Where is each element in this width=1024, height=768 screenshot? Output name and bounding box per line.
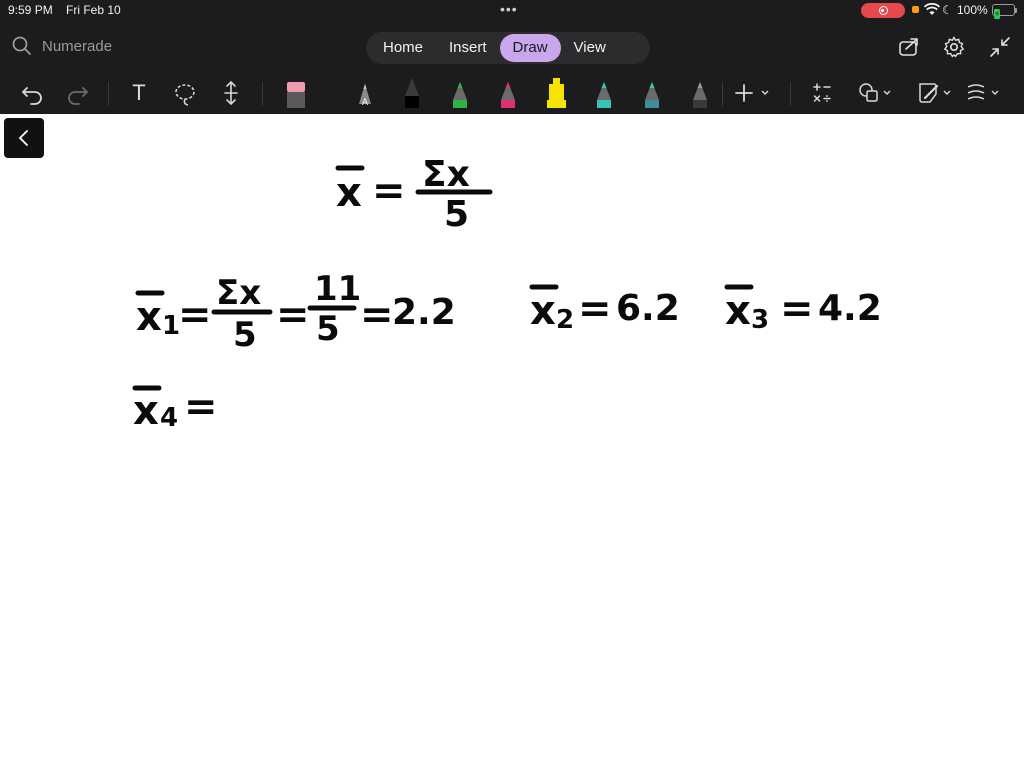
svg-text:x: x (336, 170, 362, 216)
ink-text: 5 (444, 194, 469, 235)
ink-text: 3 (751, 305, 769, 335)
multitasking-dots-icon[interactable]: ••• (500, 1, 518, 17)
app-chrome: 9:59 PM Fri Feb 10 ••• ☾ 100% ⚡ Numerade… (0, 0, 1024, 114)
add-icon[interactable] (734, 78, 774, 108)
pen-letter: A (362, 97, 368, 107)
status-date: Fri Feb 10 (66, 3, 121, 17)
mean-x1-line: x 1 = Σx 5 = 11 5 = 2.2 (135, 269, 456, 355)
lasso-icon[interactable] (171, 78, 199, 108)
search-icon (12, 36, 31, 55)
svg-text:x: x (725, 288, 751, 334)
svg-text:x: x (136, 294, 162, 340)
battery-icon: ⚡ (992, 4, 1017, 19)
eraser-icon[interactable] (282, 78, 310, 108)
toolbar-divider (790, 82, 791, 106)
ink-text: 5 (316, 309, 340, 349)
ink-text: 2 (556, 305, 574, 335)
do-not-disturb-icon: ☾ (942, 3, 953, 17)
toolbar-divider (108, 82, 109, 106)
ink-text: = (178, 292, 212, 338)
tab-insert[interactable]: Insert (436, 34, 500, 62)
ink-text: 4 (160, 403, 178, 433)
toolbar-divider (722, 82, 723, 106)
ink-text: = (276, 292, 310, 338)
mean-x4-line: x 4 = (132, 384, 218, 434)
microphone-indicator-icon (912, 6, 919, 13)
top-bar: Numerade Home Insert Draw View (0, 28, 1024, 68)
status-bar: 9:59 PM Fri Feb 10 ••• ☾ 100% ⚡ (0, 0, 1024, 20)
ink-text: Σx (422, 154, 470, 195)
ruler-icon[interactable] (964, 78, 1004, 108)
svg-text:x: x (133, 388, 159, 434)
tab-draw[interactable]: Draw (499, 34, 561, 62)
text-icon[interactable]: T (125, 78, 153, 108)
toolbar-divider (262, 82, 263, 106)
battery-percentage: 100% (957, 3, 988, 17)
shapes-icon[interactable] (856, 78, 896, 108)
status-time: 9:59 PM (8, 3, 53, 17)
record-icon (878, 6, 888, 15)
collapse-ribbon-icon[interactable] (989, 36, 1011, 58)
settings-gear-icon[interactable] (943, 36, 965, 58)
ink-text: = (372, 168, 406, 214)
mean-formula: x̄ x = Σx 5 (335, 154, 493, 235)
svg-text:x: x (530, 288, 556, 334)
math-icon[interactable] (808, 78, 836, 108)
ink-to-shape-icon[interactable] (916, 78, 956, 108)
mean-x3-line: x 3 = 4.2 (724, 284, 882, 335)
ink-text: Σx (216, 273, 261, 313)
pink-pen-icon[interactable] (494, 78, 522, 108)
tab-home[interactable]: Home (370, 34, 436, 62)
ink-text: 11 (314, 269, 361, 309)
insert-space-icon[interactable] (217, 78, 245, 108)
green-pen-icon[interactable] (446, 78, 474, 108)
teal-pen-icon[interactable] (590, 78, 618, 108)
ink-text: 5 (233, 315, 257, 355)
search-placeholder: Numerade (42, 37, 113, 55)
handwriting-canvas[interactable]: x̄ x = Σx 5 x 1 = Σx 5 = 11 5 = 2.2 x 2 … (0, 114, 1024, 768)
wifi-icon (924, 3, 940, 15)
ink-text: 2.2 (392, 292, 456, 333)
ink-text: 6.2 (616, 288, 680, 329)
green-pen-2-icon[interactable] (638, 78, 666, 108)
ink-text: = (184, 384, 218, 430)
ink-text: 4.2 (818, 288, 882, 329)
gray-pen-icon[interactable] (686, 78, 714, 108)
tab-view[interactable]: View (561, 34, 619, 62)
search-bar[interactable]: Numerade (12, 36, 112, 56)
share-icon[interactable] (898, 36, 920, 58)
pen-with-a-icon[interactable]: A (351, 78, 379, 108)
screen-recording-indicator[interactable] (861, 3, 905, 18)
yellow-highlighter-icon[interactable] (542, 78, 570, 108)
mean-x2-line: x 2 = 6.2 (529, 284, 680, 335)
ink-text: = (780, 286, 814, 332)
ribbon-tabs: Home Insert Draw View (366, 32, 650, 64)
redo-icon[interactable] (64, 78, 92, 108)
draw-toolbar: T A (0, 74, 1024, 114)
ink-text: = (360, 292, 394, 338)
ink-text: = (578, 286, 612, 332)
undo-icon[interactable] (18, 78, 46, 108)
black-pen-icon[interactable] (398, 78, 426, 108)
